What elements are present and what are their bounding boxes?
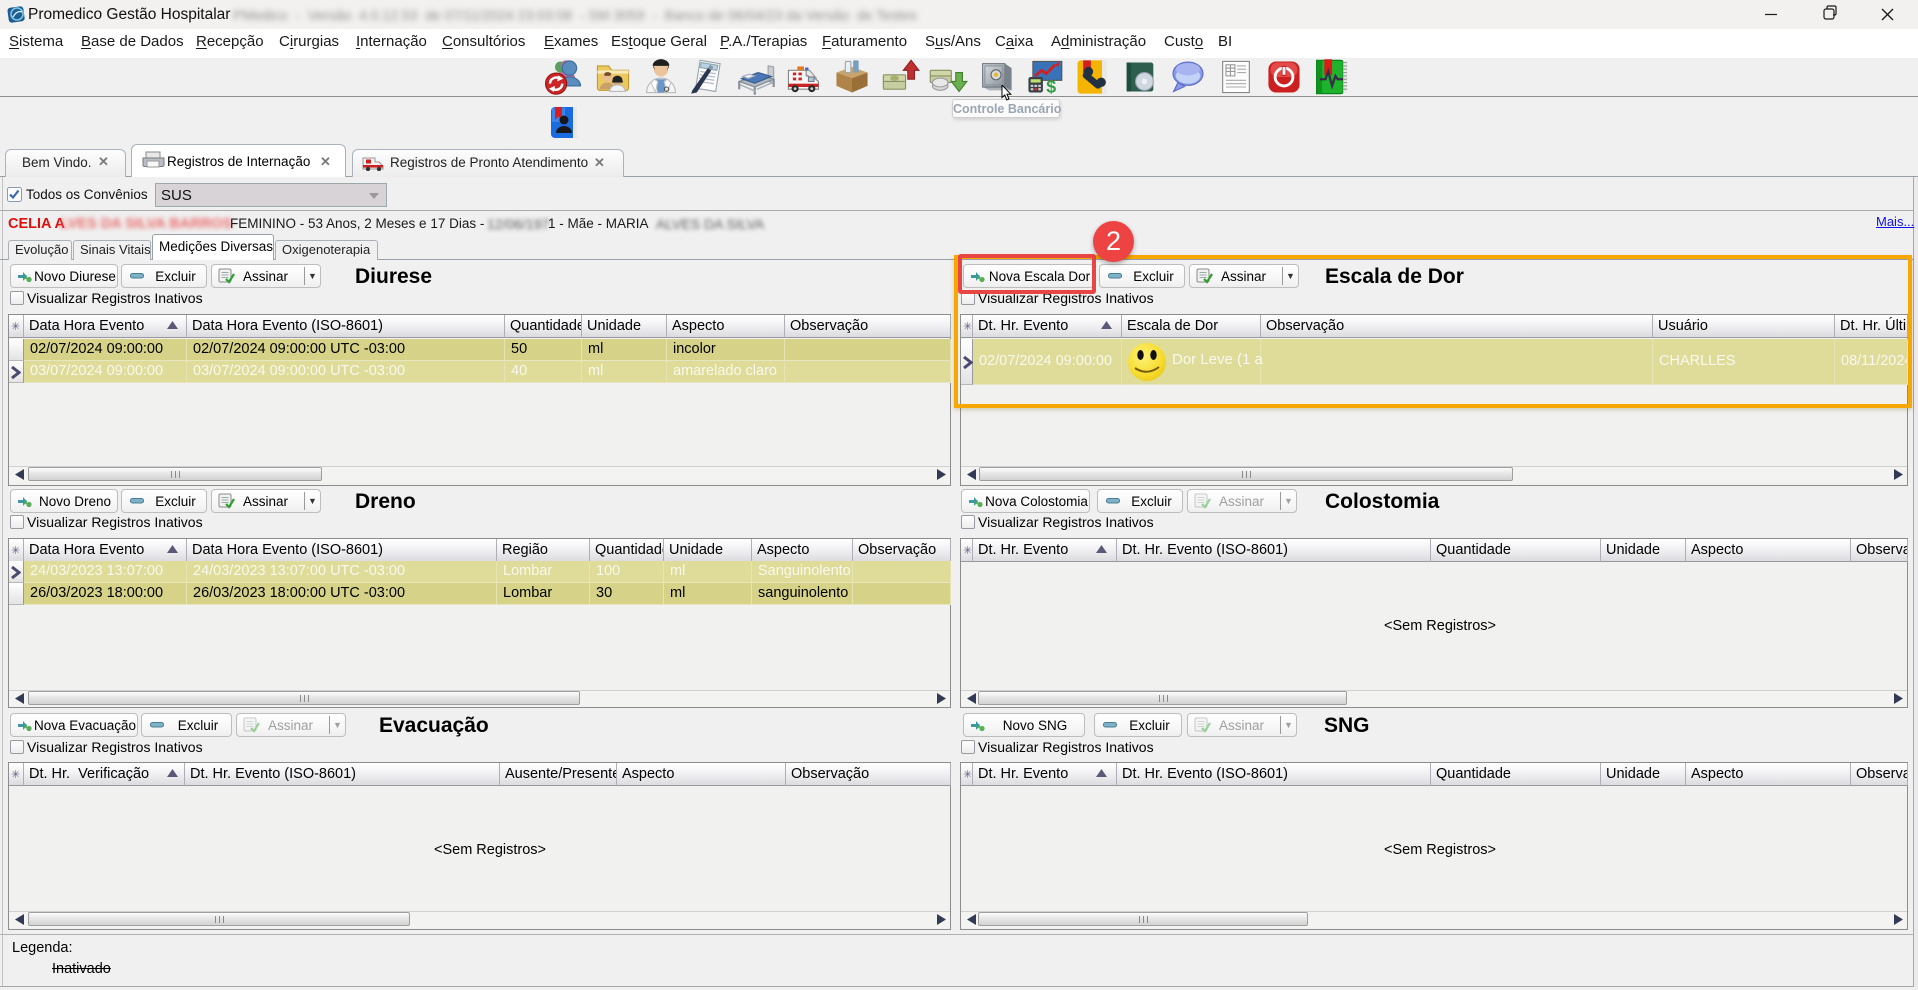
svg-text:$: $ [1046,77,1056,97]
